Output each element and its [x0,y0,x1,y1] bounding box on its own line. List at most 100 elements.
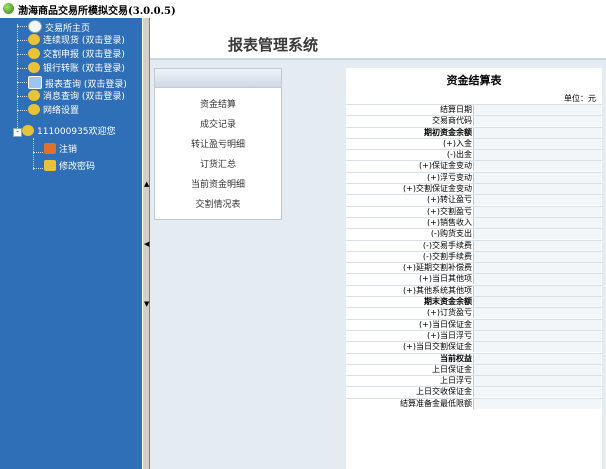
row-label: (+)当日其他项 [419,274,472,284]
trade-icon [28,62,40,73]
collapse-left-icon[interactable]: ◀ [144,240,149,248]
row-label: (+)当日保证金 [419,319,472,329]
sidebar-item-label: 报表查询 (双击登录) [45,80,127,90]
row-label: 上日保证金 [432,364,472,374]
row-label: (+)交割保证金变动 [403,184,472,194]
table-row: (+)延期交割补偿费 [346,262,602,274]
row-value [473,376,601,387]
main-panel: 报表管理系统 资金结算 成交记录 转让盈亏明细 订货汇总 当前资金明细 交割情况… [150,18,606,469]
sidebar-item-exchange-home[interactable]: 交易所主页 [28,20,90,35]
row-value [473,342,601,353]
content-area: 资金结算 成交记录 转让盈亏明细 订货汇总 当前资金明细 交割情况表 资金结算表… [150,60,606,469]
report-title: 资金结算表 [446,74,502,87]
table-row: (-)购货支出 [346,228,602,240]
table-row: 期初资金余额 [346,126,602,138]
row-value [473,217,601,228]
row-label: (-)购货支出 [430,229,472,239]
row-value [473,297,601,308]
trade-icon [28,48,40,59]
row-value [473,387,601,398]
menu-item-transfer-pl[interactable]: 转让盈亏明细 [155,137,281,150]
menu-item-current-funds[interactable]: 当前资金明细 [155,177,281,190]
sidebar-item-label: 交易所主页 [45,24,91,34]
logout-icon [44,143,56,154]
row-value [473,195,601,206]
row-value [473,161,601,172]
sidebar-item-logout[interactable]: 注销 [44,143,77,156]
menu-item-settlement[interactable]: 资金结算 [155,97,281,110]
table-row: (-)出金 [346,149,602,161]
table-row: (-)交易手续费 [346,239,602,251]
row-value [473,127,601,138]
row-value [473,364,601,375]
row-label: 交易商代码 [432,116,472,126]
panel-splitter[interactable]: ▲ ◀ ▼ [142,18,150,469]
sidebar-item-label: 银行转账 (双击登录) [43,64,125,74]
sidebar-item-delivery-declaration[interactable]: 交割申报 (双击登录) [28,48,125,61]
row-label: 结算日期 [440,105,472,114]
sidebar-item-network-settings[interactable]: 网络设置 [28,104,79,117]
menu-item-delivery-status[interactable]: 交割情况表 [155,197,281,210]
table-row: 交易商代码 [346,115,602,127]
row-value [473,251,601,262]
table-row: 结算准备金最低限额 [346,397,602,409]
window-title: 渤海商品交易所模拟交易(3.0.0.5) [18,6,176,17]
row-value [473,138,601,149]
row-value [473,206,601,217]
table-row: (+)入金 [346,137,602,149]
sidebar-item-report-query[interactable]: 报表查询 (双击登录) [28,76,127,91]
menu-item-order-summary[interactable]: 订货汇总 [155,157,281,170]
sidebar-item-label: 网络设置 [43,106,80,116]
row-label: 当前权益 [440,353,472,363]
row-value [473,105,601,115]
tree-line [17,96,27,97]
row-label: (+)当日浮亏 [427,330,472,340]
tree-expander[interactable]: - [13,128,22,137]
tree-line [33,138,34,170]
table-row: 期末资金余额 [346,296,602,308]
sidebar-item-user[interactable]: 111000935欢迎您 [22,125,116,138]
row-label: (+)订货盈亏 [427,308,472,318]
collapse-down-icon[interactable]: ▼ [144,300,149,308]
trade-icon [28,34,40,45]
row-value [473,353,601,364]
row-label: 结算准备金最低限额 [400,398,472,408]
row-value [473,184,601,195]
tree-line [17,26,27,27]
header: 报表管理系统 [150,18,606,60]
row-value [473,285,601,296]
sidebar-item-message-query[interactable]: 消息查询 (双击登录) [28,90,125,103]
menu-item-trade-records[interactable]: 成交记录 [155,117,281,130]
row-label: (+)当日交割保证金 [403,342,472,352]
tree-line [17,54,27,55]
table-row: (+)浮亏变动 [346,171,602,183]
table-row: (+)当日交割保证金 [346,341,602,353]
report-icon [28,76,42,89]
settlement-report: 资金结算表 单位：元 结算日期 交易商代码 期初资金余额 (+)入金 (-)出金 (+)保… [346,68,602,469]
app-logo-icon [3,3,14,14]
table-row: (-)交割手续费 [346,250,602,262]
network-icon [28,104,40,115]
tree-line [33,168,43,169]
row-label: (+)交割盈亏 [427,206,472,216]
sidebar-item-label: 注销 [59,145,78,155]
trade-icon [28,90,40,101]
table-row: (+)当日浮亏 [346,329,602,341]
tree-line [17,110,27,111]
row-value [473,263,601,274]
collapse-up-icon[interactable]: ▲ [144,180,149,188]
sidebar-item-label: 修改密码 [59,162,96,172]
sidebar-item-spot-trading[interactable]: 连续现货 (双击登录) [28,34,125,47]
sidebar-item-label: 交割申报 (双击登录) [43,50,125,60]
table-row: 结算日期 [346,104,602,115]
table-row: 上日保证金 [346,363,602,375]
row-label: (-)出金 [446,150,472,160]
tree-line [17,40,27,41]
row-label: 期末资金余额 [424,297,472,307]
sidebar-item-bank-transfer[interactable]: 银行转账 (双击登录) [28,62,125,75]
row-label: (+)销售收入 [427,217,472,227]
table-row: (+)交割盈亏 [346,205,602,217]
row-value [473,274,601,285]
tree-line [17,82,27,83]
sidebar-item-change-password[interactable]: 修改密码 [44,160,95,173]
